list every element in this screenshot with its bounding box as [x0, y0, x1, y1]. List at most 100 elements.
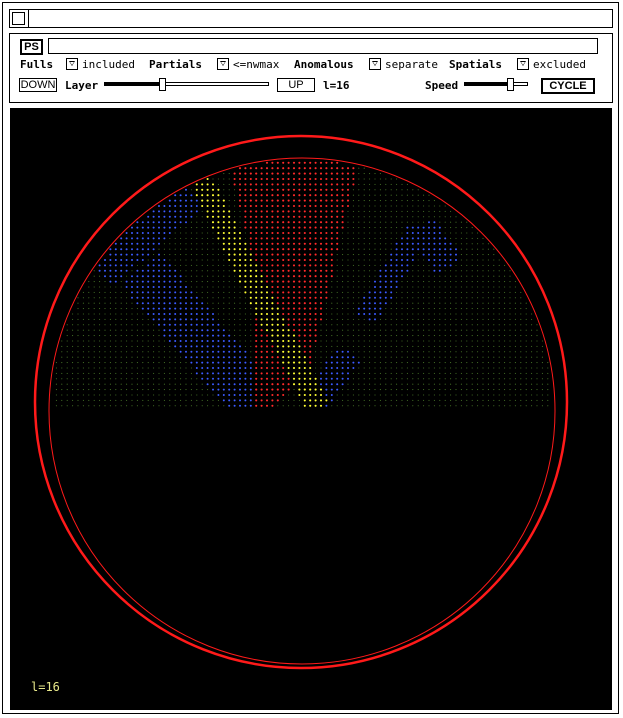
speed-slider-thumb[interactable] — [507, 78, 514, 91]
reflection-spot — [174, 199, 177, 202]
reflection-spot — [255, 393, 258, 397]
reflection-spot — [455, 345, 457, 347]
reflection-spot — [303, 323, 306, 326]
anomalous-dropdown-icon[interactable] — [369, 58, 381, 70]
diffraction-canvas[interactable] — [10, 108, 612, 710]
reflection-spot — [482, 313, 484, 315]
reflection-spot — [271, 334, 274, 337]
reflection-spot — [309, 366, 312, 370]
fulls-dropdown-icon[interactable] — [66, 58, 78, 70]
reflection-spot — [498, 362, 500, 364]
ps-button[interactable]: PS — [20, 39, 43, 55]
layer-slider[interactable] — [104, 78, 269, 91]
reflection-spot — [341, 215, 344, 218]
reflection-spot — [428, 259, 430, 261]
reflection-spot — [147, 232, 150, 234]
reflection-spot — [206, 210, 209, 213]
reflection-spot — [271, 161, 274, 164]
down-button[interactable]: DOWN — [19, 78, 57, 92]
reflection-spot — [428, 378, 430, 380]
reflection-spot — [417, 399, 419, 401]
reflection-spot — [125, 286, 128, 288]
reflection-spot — [212, 248, 214, 250]
speed-slider[interactable] — [464, 78, 528, 91]
reflection-spot — [379, 264, 381, 266]
cycle-button[interactable]: CYCLE — [541, 78, 595, 94]
reflection-spot — [509, 367, 511, 369]
reflection-spot — [120, 275, 123, 278]
reflection-spot — [292, 334, 296, 337]
reflection-spot — [450, 383, 452, 385]
partials-option[interactable]: <=nwmax — [233, 58, 279, 71]
reflection-spot — [504, 281, 506, 283]
reflection-spot — [319, 404, 323, 407]
reflection-spot — [358, 183, 360, 185]
reflection-spot — [72, 329, 74, 331]
reflection-spot — [190, 270, 192, 272]
reflection-spot — [320, 345, 322, 347]
reflection-spot — [260, 210, 263, 213]
reflection-spot — [190, 189, 192, 191]
reflection-spot — [363, 399, 365, 401]
reflection-spot — [471, 378, 473, 380]
spatials-option[interactable]: excluded — [533, 58, 586, 71]
reflection-spot — [126, 313, 128, 315]
reflection-spot — [315, 345, 317, 347]
reflection-spot — [406, 269, 409, 272]
reflection-spot — [298, 183, 301, 186]
reflection-spot — [244, 308, 246, 310]
reflection-spot — [141, 259, 144, 261]
reflection-spot — [239, 313, 241, 315]
reflection-spot — [509, 389, 511, 391]
reflection-spot — [531, 313, 533, 315]
layer-slider-thumb[interactable] — [159, 78, 166, 91]
reflection-spot — [450, 221, 452, 223]
reflection-spot — [331, 281, 333, 283]
reflection-spot — [99, 378, 101, 380]
reflection-spot — [369, 383, 371, 385]
reflection-spot — [212, 313, 214, 315]
reflection-spot — [336, 324, 338, 326]
reflection-spot — [93, 302, 95, 304]
reflection-spot — [504, 367, 506, 369]
spatials-dropdown-icon[interactable] — [517, 58, 529, 70]
reflection-spot — [104, 264, 106, 267]
reflection-spot — [88, 308, 90, 310]
reflection-spot — [77, 329, 79, 331]
reflection-spot — [109, 286, 111, 288]
reflection-spot — [455, 232, 457, 234]
reflection-spot — [174, 286, 177, 288]
reflection-spot — [169, 405, 171, 407]
fulls-option[interactable]: included — [82, 58, 135, 71]
reflection-spot — [314, 307, 317, 310]
reflection-spot — [282, 258, 285, 262]
anomalous-option[interactable]: separate — [385, 58, 438, 71]
reflection-spot — [104, 286, 106, 288]
reflection-spot — [358, 302, 360, 304]
reflection-spot — [374, 362, 376, 364]
reflection-spot — [471, 275, 473, 277]
reflection-spot — [207, 232, 209, 234]
ps-text-field[interactable] — [48, 38, 598, 54]
diffraction-display[interactable]: l=16 — [10, 108, 612, 710]
reflection-spot — [120, 329, 122, 331]
reflection-spot — [406, 372, 408, 374]
reflection-spot — [238, 199, 242, 202]
reflection-spot — [514, 340, 516, 342]
reflection-spot — [369, 243, 371, 245]
reflection-spot — [342, 329, 344, 331]
reflection-spot — [433, 308, 435, 310]
reflection-spot — [514, 345, 516, 347]
reflection-spot — [471, 389, 473, 391]
up-button[interactable]: UP — [277, 78, 315, 92]
window-menu-box[interactable] — [12, 12, 25, 25]
reflection-spot — [115, 399, 117, 401]
reflection-spot — [174, 259, 176, 261]
reflection-spot — [406, 291, 408, 293]
reflection-spot — [88, 362, 90, 364]
reflection-spot — [341, 367, 344, 369]
reflection-spot — [163, 205, 166, 207]
reflection-spot — [482, 254, 484, 256]
reflection-spot — [287, 183, 290, 186]
partials-dropdown-icon[interactable] — [217, 58, 229, 70]
